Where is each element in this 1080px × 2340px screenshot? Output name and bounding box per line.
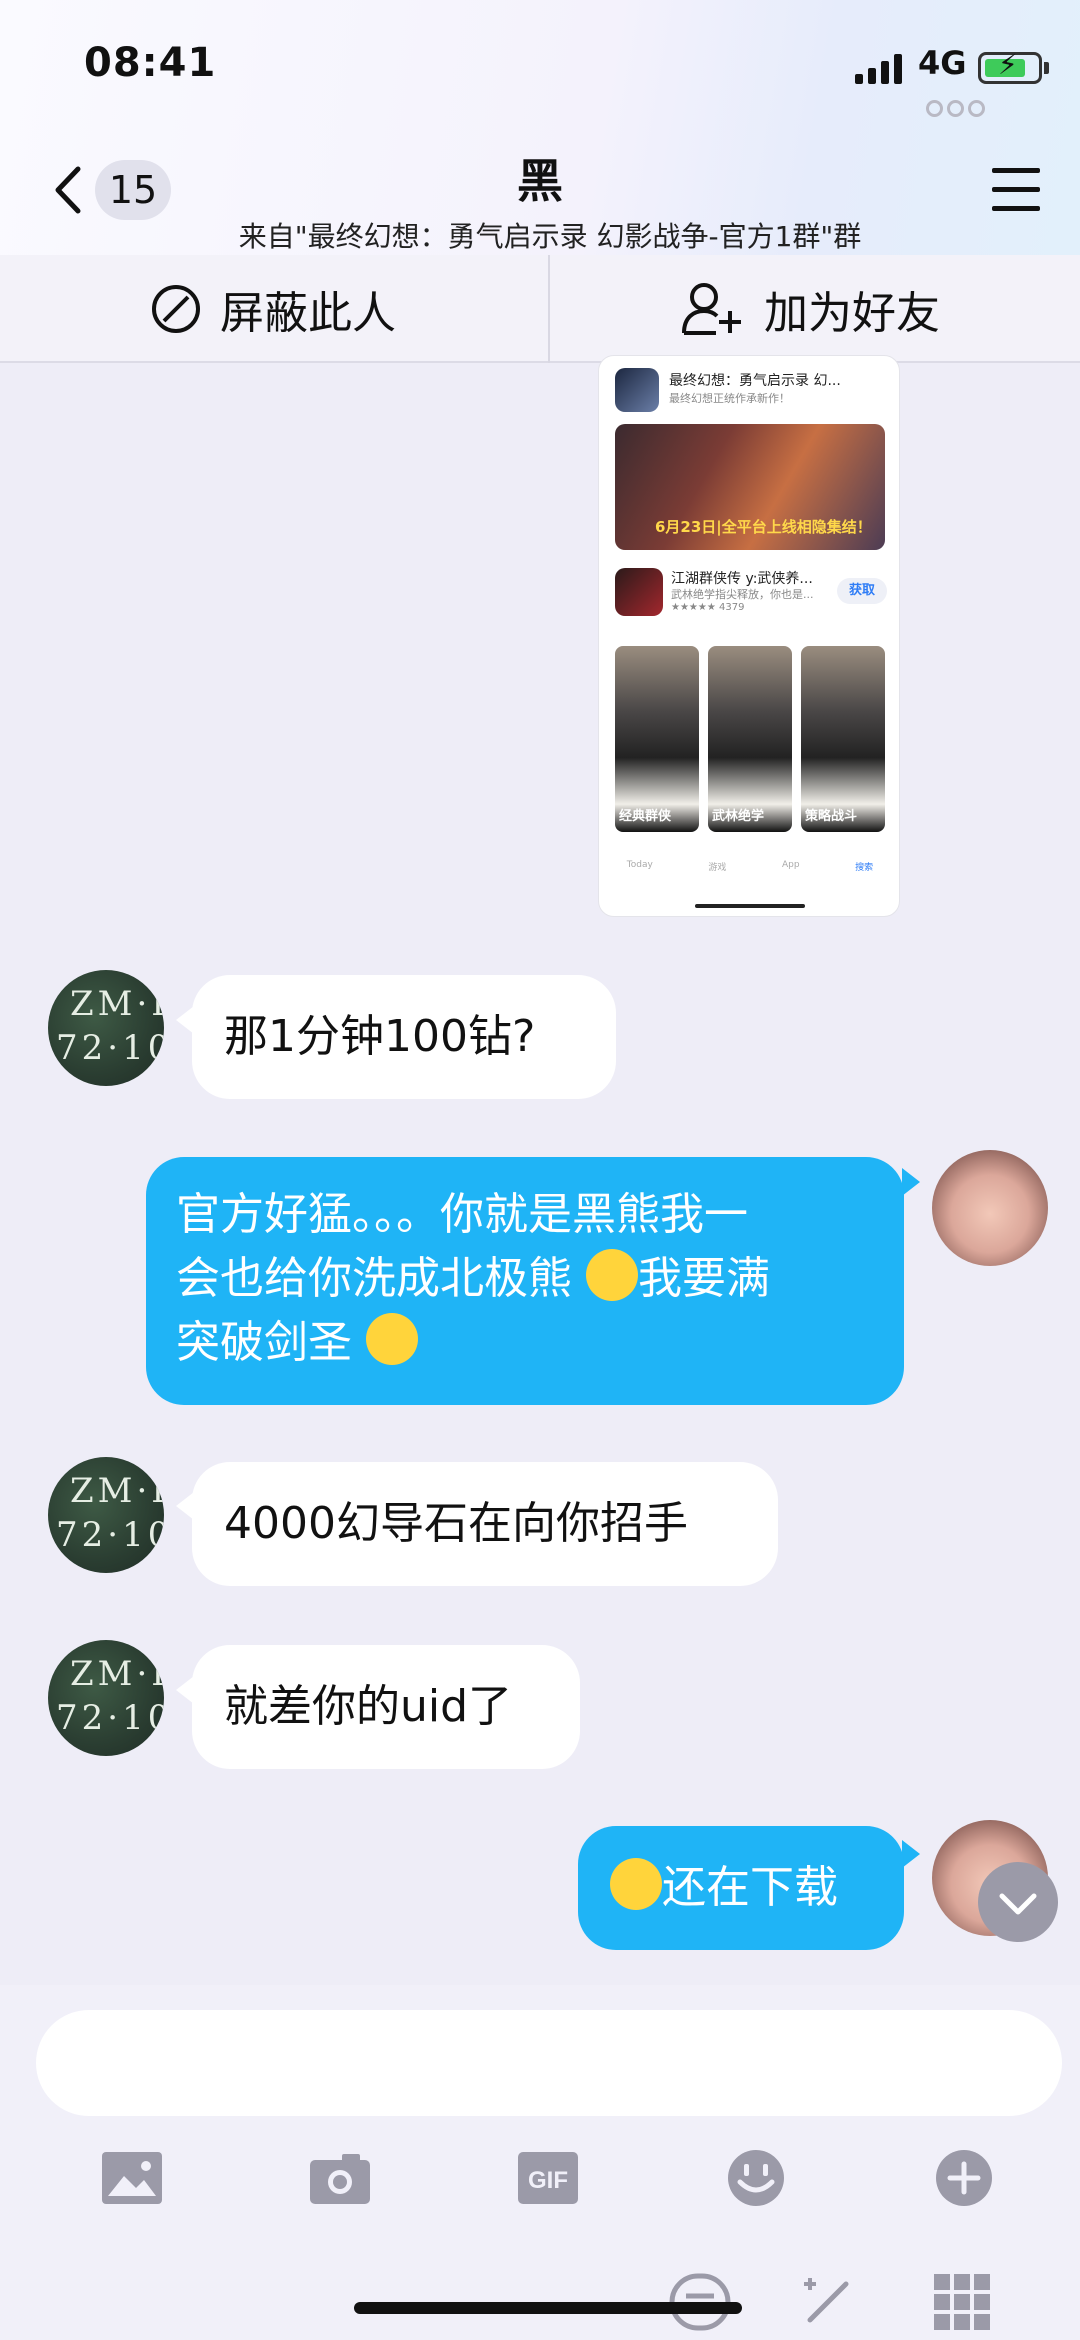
camera-icon[interactable] bbox=[308, 2150, 372, 2206]
scroll-to-bottom-button[interactable] bbox=[978, 1862, 1058, 1942]
avatar-text: ZM·L bbox=[70, 984, 164, 1024]
message-text: 会也给你洗成北极熊 bbox=[176, 1253, 572, 1304]
shot-tab: App bbox=[781, 860, 800, 870]
network-type: 4G bbox=[918, 44, 967, 82]
shot-app2-rating: ★★★★★ 4379 bbox=[671, 602, 745, 613]
shot-app1-subtitle: 最终幻想正统作承新作！ bbox=[669, 392, 790, 405]
action-divider bbox=[548, 255, 550, 363]
sender-avatar[interactable]: ZM·L 72·10-3 bbox=[48, 970, 164, 1086]
sender-avatar[interactable]: ZM·L 72·10-3 bbox=[48, 1457, 164, 1573]
sender-avatar[interactable]: ZM·L 72·10-3 bbox=[48, 1640, 164, 1756]
shot-thumb-label: 策略战斗 bbox=[805, 809, 858, 824]
shot-tab-bar: Today 游戏 App 搜索 bbox=[599, 856, 899, 906]
gif-label: GIF bbox=[528, 2167, 568, 2194]
chat-title: 黑 bbox=[517, 154, 563, 208]
add-friend-button[interactable]: 加为好友 bbox=[680, 255, 940, 363]
image-icon[interactable] bbox=[100, 2150, 164, 2206]
message-bubble[interactable]: 那1分钟100钻? bbox=[192, 975, 616, 1099]
shot-app-row-2: 江湖群侠传 y:武侠养... 武林绝学指尖释放，你也是... ★★★★★ 437… bbox=[615, 568, 887, 624]
shot-home-indicator bbox=[695, 904, 805, 908]
message-text: 我要满 bbox=[638, 1253, 770, 1304]
chevron-down-icon bbox=[999, 1893, 1037, 1915]
shot-thumbnail: 策略战斗 bbox=[801, 646, 885, 832]
chat-subtitle: 来自"最终幻想：勇气启示录 幻影战争-官方1群"群 bbox=[238, 220, 862, 253]
more-dots-icon[interactable] bbox=[926, 100, 989, 121]
message-text: 官方好猛。。。你就是黑熊我一 bbox=[176, 1189, 748, 1240]
shot-app-row-1: 最终幻想：勇气启示录 幻... 最终幻想正统作承新作！ bbox=[615, 368, 887, 412]
shot-tab: Today bbox=[626, 860, 653, 870]
shot-tab: 游戏 bbox=[708, 863, 727, 873]
block-user-button[interactable]: 屏蔽此人 bbox=[150, 255, 396, 363]
message-text: 还在下载 bbox=[662, 1862, 838, 1913]
shot-thumb-label: 武林绝学 bbox=[712, 809, 765, 824]
app-icon bbox=[615, 368, 659, 412]
hamburger-menu-icon[interactable] bbox=[992, 168, 1040, 212]
block-user-label: 屏蔽此人 bbox=[220, 288, 396, 339]
battery-cap bbox=[1044, 62, 1049, 74]
add-friend-label: 加为好友 bbox=[764, 288, 940, 339]
worried-emoji-icon bbox=[610, 1858, 662, 1910]
message-bubble[interactable]: 就差你的uid了 bbox=[192, 1645, 580, 1769]
plus-icon[interactable] bbox=[932, 2150, 996, 2206]
message-bubble[interactable]: 官方好猛。。。你就是黑熊我一 会也给你洗成北极熊 我要满 突破剑圣 bbox=[146, 1157, 904, 1405]
add-friend-icon bbox=[682, 283, 741, 335]
avatar-text: 72·10-3 bbox=[56, 1028, 164, 1086]
message-bubble[interactable]: 4000幻导石在向你招手 bbox=[192, 1462, 778, 1586]
message-input[interactable] bbox=[36, 2010, 1062, 2116]
message-text: 突破剑圣 bbox=[176, 1317, 352, 1368]
shot-thumbnail: 经典群侠 bbox=[615, 646, 699, 832]
app-icon bbox=[615, 568, 663, 616]
shot-banner-image: 6月23日|全平台上线相隐集结！ bbox=[615, 424, 885, 550]
shot-banner-text: 6月23日|全平台上线相隐集结！ bbox=[655, 518, 872, 536]
shot-get-button: 获取 bbox=[837, 578, 887, 604]
tears-of-joy-emoji-icon bbox=[586, 1249, 638, 1301]
block-icon bbox=[152, 285, 200, 333]
bubble-tail bbox=[902, 1840, 920, 1868]
avatar-text: 72·10-3 bbox=[56, 1698, 164, 1756]
shot-thumbnail: 武林绝学 bbox=[708, 646, 792, 832]
shot-thumb-label: 经典群侠 bbox=[619, 809, 672, 824]
avatar-text: ZM·L bbox=[70, 1654, 164, 1694]
my-avatar[interactable] bbox=[932, 1150, 1048, 1266]
avatar-text: ZM·L bbox=[70, 1471, 164, 1511]
shot-app2-subtitle: 武林绝学指尖释放，你也是... bbox=[671, 588, 814, 601]
message-bubble[interactable]: 还在下载 bbox=[578, 1826, 904, 1950]
magic-wand-icon[interactable] bbox=[796, 2270, 860, 2334]
shared-image-message[interactable]: 最终幻想：勇气启示录 幻... 最终幻想正统作承新作！ 6月23日|全平台上线相… bbox=[598, 355, 900, 917]
shot-app2-title: 江湖群侠传 y:武侠养... bbox=[671, 571, 813, 587]
bubble-tail bbox=[902, 1168, 920, 1196]
grid-apps-icon[interactable] bbox=[930, 2270, 994, 2334]
home-indicator bbox=[354, 2302, 742, 2314]
charging-bolt-icon: ⚡ bbox=[998, 48, 1018, 81]
smirk-emoji-icon bbox=[366, 1313, 418, 1365]
shot-app1-title: 最终幻想：勇气启示录 幻... bbox=[669, 373, 841, 389]
shot-tab: 搜索 bbox=[855, 863, 874, 873]
gif-icon[interactable]: GIF bbox=[516, 2150, 580, 2206]
emoji-icon[interactable] bbox=[724, 2150, 788, 2206]
status-time: 08:41 bbox=[84, 40, 217, 86]
avatar-text: 72·10-3 bbox=[56, 1515, 164, 1573]
signal-icon bbox=[855, 52, 905, 84]
